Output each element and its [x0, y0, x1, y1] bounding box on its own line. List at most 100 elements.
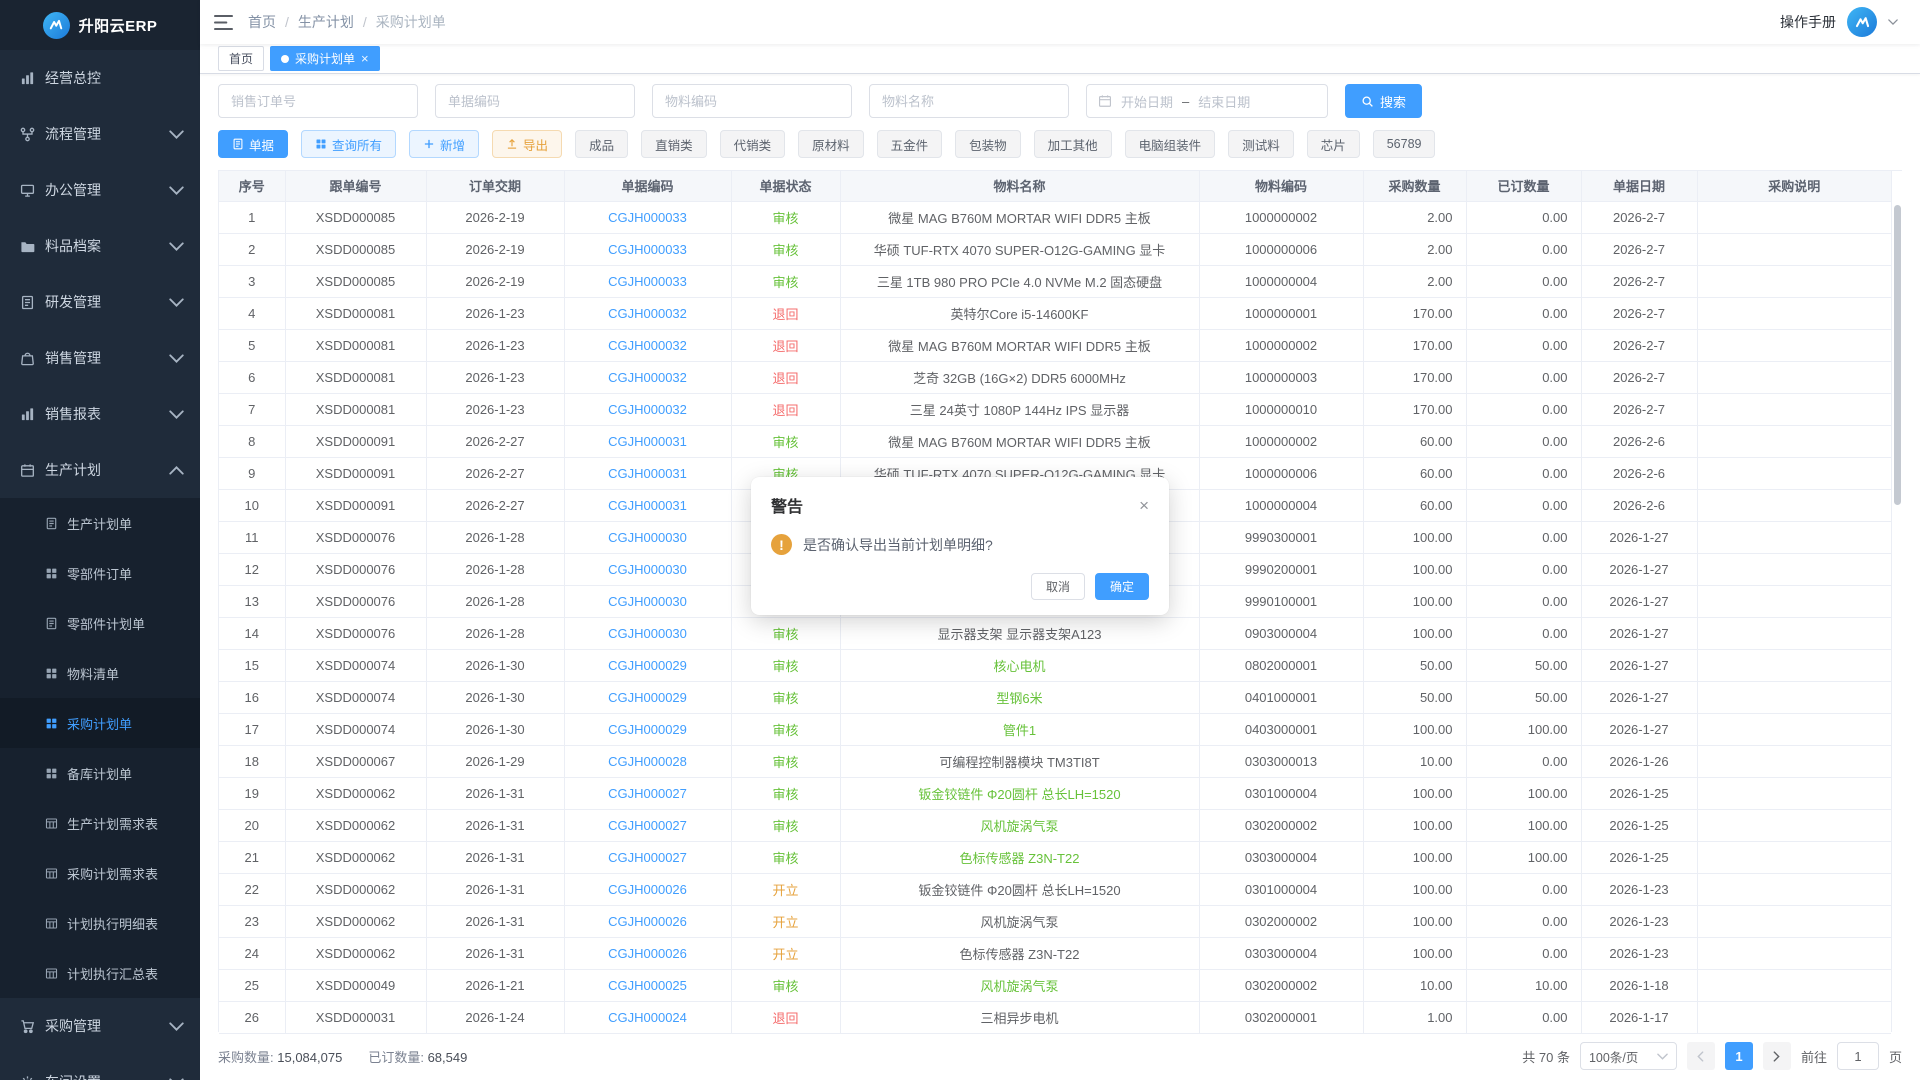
category-button[interactable]: 测试料 [1228, 130, 1294, 158]
table-scrollbar[interactable] [1891, 171, 1903, 1032]
category-button[interactable]: 直销类 [641, 130, 707, 158]
doc-code-link[interactable]: CGJH000029 [608, 690, 687, 705]
doc-code-link[interactable]: CGJH000026 [608, 882, 687, 897]
breadcrumb-production-plan[interactable]: 生产计划 [298, 12, 354, 32]
manual-link[interactable]: 操作手册 [1780, 12, 1836, 32]
sidebar-item[interactable]: 办公管理 [0, 162, 200, 218]
doc-code-link[interactable]: CGJH000032 [608, 370, 687, 385]
table-row[interactable]: 4XSDD0000812026-1-23CGJH000032退回英特尔Core … [219, 297, 1891, 329]
doc-code-link[interactable]: CGJH000033 [608, 274, 687, 289]
sidebar-item[interactable]: 销售报表 [0, 386, 200, 442]
sidebar-subitem[interactable]: 备库计划单 [0, 748, 200, 798]
app-logo[interactable]: 升阳云ERP [0, 0, 200, 50]
sidebar-item[interactable]: 流程管理 [0, 106, 200, 162]
tab-home[interactable]: 首页 [218, 46, 264, 71]
category-button[interactable]: 代销类 [720, 130, 786, 158]
table-row[interactable]: 7XSDD0000812026-1-23CGJH000032退回三星 24英寸 … [219, 393, 1891, 425]
doc-code-link[interactable]: CGJH000033 [608, 210, 687, 225]
table-row[interactable]: 8XSDD0000912026-2-27CGJH000031审核微星 MAG B… [219, 425, 1891, 457]
sidebar-item[interactable]: 销售管理 [0, 330, 200, 386]
doc-code-link[interactable]: CGJH000031 [608, 466, 687, 481]
sidebar-subitem[interactable]: 零部件订单 [0, 548, 200, 598]
goto-page-input[interactable] [1837, 1042, 1879, 1070]
doc-code-link[interactable]: CGJH000027 [608, 786, 687, 801]
doc-code-link[interactable]: CGJH000032 [608, 402, 687, 417]
sidebar-item[interactable]: 车间设置 [0, 1054, 200, 1080]
table-row[interactable]: 17XSDD0000742026-1-30CGJH000029审核管件10403… [219, 713, 1891, 745]
table-row[interactable]: 20XSDD0000622026-1-31CGJH000027审核风机旋涡气泵0… [219, 809, 1891, 841]
confirm-button[interactable]: 确定 [1095, 573, 1149, 600]
dialog-close-icon[interactable]: × [1139, 497, 1149, 514]
page-size-select[interactable]: 100条/页 [1580, 1042, 1677, 1070]
close-icon[interactable]: × [361, 52, 369, 65]
sidebar-subitem[interactable]: 采购计划单 [0, 698, 200, 748]
table-row[interactable]: 25XSDD0000492026-1-21CGJH000025审核风机旋涡气泵0… [219, 969, 1891, 1001]
doc-code-link[interactable]: CGJH000029 [608, 722, 687, 737]
category-button[interactable]: 加工其他 [1034, 130, 1112, 158]
sidebar-item[interactable]: 经营总控 [0, 50, 200, 106]
sidebar-subitem[interactable]: 生产计划单 [0, 498, 200, 548]
scrollbar-thumb[interactable] [1894, 205, 1901, 505]
table-row[interactable]: 6XSDD0000812026-1-23CGJH000032退回芝奇 32GB … [219, 361, 1891, 393]
sidebar-subitem[interactable]: 零部件计划单 [0, 598, 200, 648]
table-row[interactable]: 16XSDD0000742026-1-30CGJH000029审核型钢6米040… [219, 681, 1891, 713]
doc-code-input[interactable] [435, 84, 635, 118]
table-row[interactable]: 1XSDD0000852026-2-19CGJH000033审核微星 MAG B… [219, 201, 1891, 233]
doc-code-link[interactable]: CGJH000027 [608, 850, 687, 865]
doc-code-link[interactable]: CGJH000031 [608, 498, 687, 513]
table-row[interactable]: 5XSDD0000812026-1-23CGJH000032退回微星 MAG B… [219, 329, 1891, 361]
doc-code-link[interactable]: CGJH000024 [608, 1010, 687, 1025]
table-row[interactable]: 23XSDD0000622026-1-31CGJH000026开立风机旋涡气泵0… [219, 905, 1891, 937]
prev-page-button[interactable] [1687, 1042, 1715, 1070]
category-button[interactable]: 五金件 [877, 130, 943, 158]
table-row[interactable]: 21XSDD0000622026-1-31CGJH000027审核色标传感器 Z… [219, 841, 1891, 873]
category-button[interactable]: 成品 [575, 130, 628, 158]
category-button[interactable]: 56789 [1373, 130, 1436, 158]
sidebar-subitem[interactable]: 计划执行汇总表 [0, 948, 200, 998]
cancel-button[interactable]: 取消 [1031, 573, 1085, 600]
table-row[interactable]: 14XSDD0000762026-1-28CGJH000030审核显示器支架 显… [219, 617, 1891, 649]
table-row[interactable]: 19XSDD0000622026-1-31CGJH000027审核钣金铰链件 Φ… [219, 777, 1891, 809]
sidebar-item[interactable]: 采购管理 [0, 998, 200, 1054]
sidebar-subitem[interactable]: 生产计划需求表 [0, 798, 200, 848]
current-page-button[interactable]: 1 [1725, 1042, 1753, 1070]
add-button[interactable]: 新增 [409, 130, 479, 158]
avatar[interactable] [1847, 7, 1877, 37]
tab-purchase-plan[interactable]: 采购计划单 × [270, 46, 380, 71]
table-row[interactable]: 15XSDD0000742026-1-30CGJH000029审核核心电机080… [219, 649, 1891, 681]
doc-code-link[interactable]: CGJH000030 [608, 594, 687, 609]
date-range-picker[interactable]: 开始日期 – 结束日期 [1086, 84, 1328, 118]
doc-code-link[interactable]: CGJH000026 [608, 914, 687, 929]
export-button[interactable]: 导出 [492, 130, 562, 158]
table-row[interactable]: 22XSDD0000622026-1-31CGJH000026开立钣金铰链件 Φ… [219, 873, 1891, 905]
chevron-down-icon[interactable] [1888, 19, 1898, 25]
hamburger-icon[interactable] [214, 14, 233, 31]
category-button[interactable]: 芯片 [1307, 130, 1360, 158]
doc-code-link[interactable]: CGJH000027 [608, 818, 687, 833]
doc-code-link[interactable]: CGJH000031 [608, 434, 687, 449]
doc-code-link[interactable]: CGJH000026 [608, 946, 687, 961]
sidebar-item[interactable]: 研发管理 [0, 274, 200, 330]
sidebar-subitem[interactable]: 物料清单 [0, 648, 200, 698]
table-row[interactable]: 26XSDD0000312026-1-24CGJH000024退回三相异步电机0… [219, 1001, 1891, 1033]
material-code-input[interactable] [652, 84, 852, 118]
category-button[interactable]: 原材料 [798, 130, 864, 158]
breadcrumb-home[interactable]: 首页 [248, 12, 276, 32]
document-button[interactable]: 单据 [218, 130, 288, 158]
sidebar-item[interactable]: 料品档案 [0, 218, 200, 274]
sidebar-subitem[interactable]: 计划执行明细表 [0, 898, 200, 948]
doc-code-link[interactable]: CGJH000029 [608, 658, 687, 673]
sales-order-input[interactable] [218, 84, 418, 118]
category-button[interactable]: 包装物 [955, 130, 1021, 158]
doc-code-link[interactable]: CGJH000032 [608, 306, 687, 321]
doc-code-link[interactable]: CGJH000030 [608, 626, 687, 641]
doc-code-link[interactable]: CGJH000033 [608, 242, 687, 257]
table-row[interactable]: 3XSDD0000852026-2-19CGJH000033审核三星 1TB 9… [219, 265, 1891, 297]
doc-code-link[interactable]: CGJH000025 [608, 978, 687, 993]
doc-code-link[interactable]: CGJH000032 [608, 338, 687, 353]
search-button[interactable]: 搜索 [1345, 84, 1422, 118]
category-button[interactable]: 电脑组装件 [1125, 130, 1216, 158]
query-all-button[interactable]: 查询所有 [301, 130, 396, 158]
table-row[interactable]: 24XSDD0000622026-1-31CGJH000026开立色标传感器 Z… [219, 937, 1891, 969]
doc-code-link[interactable]: CGJH000030 [608, 530, 687, 545]
